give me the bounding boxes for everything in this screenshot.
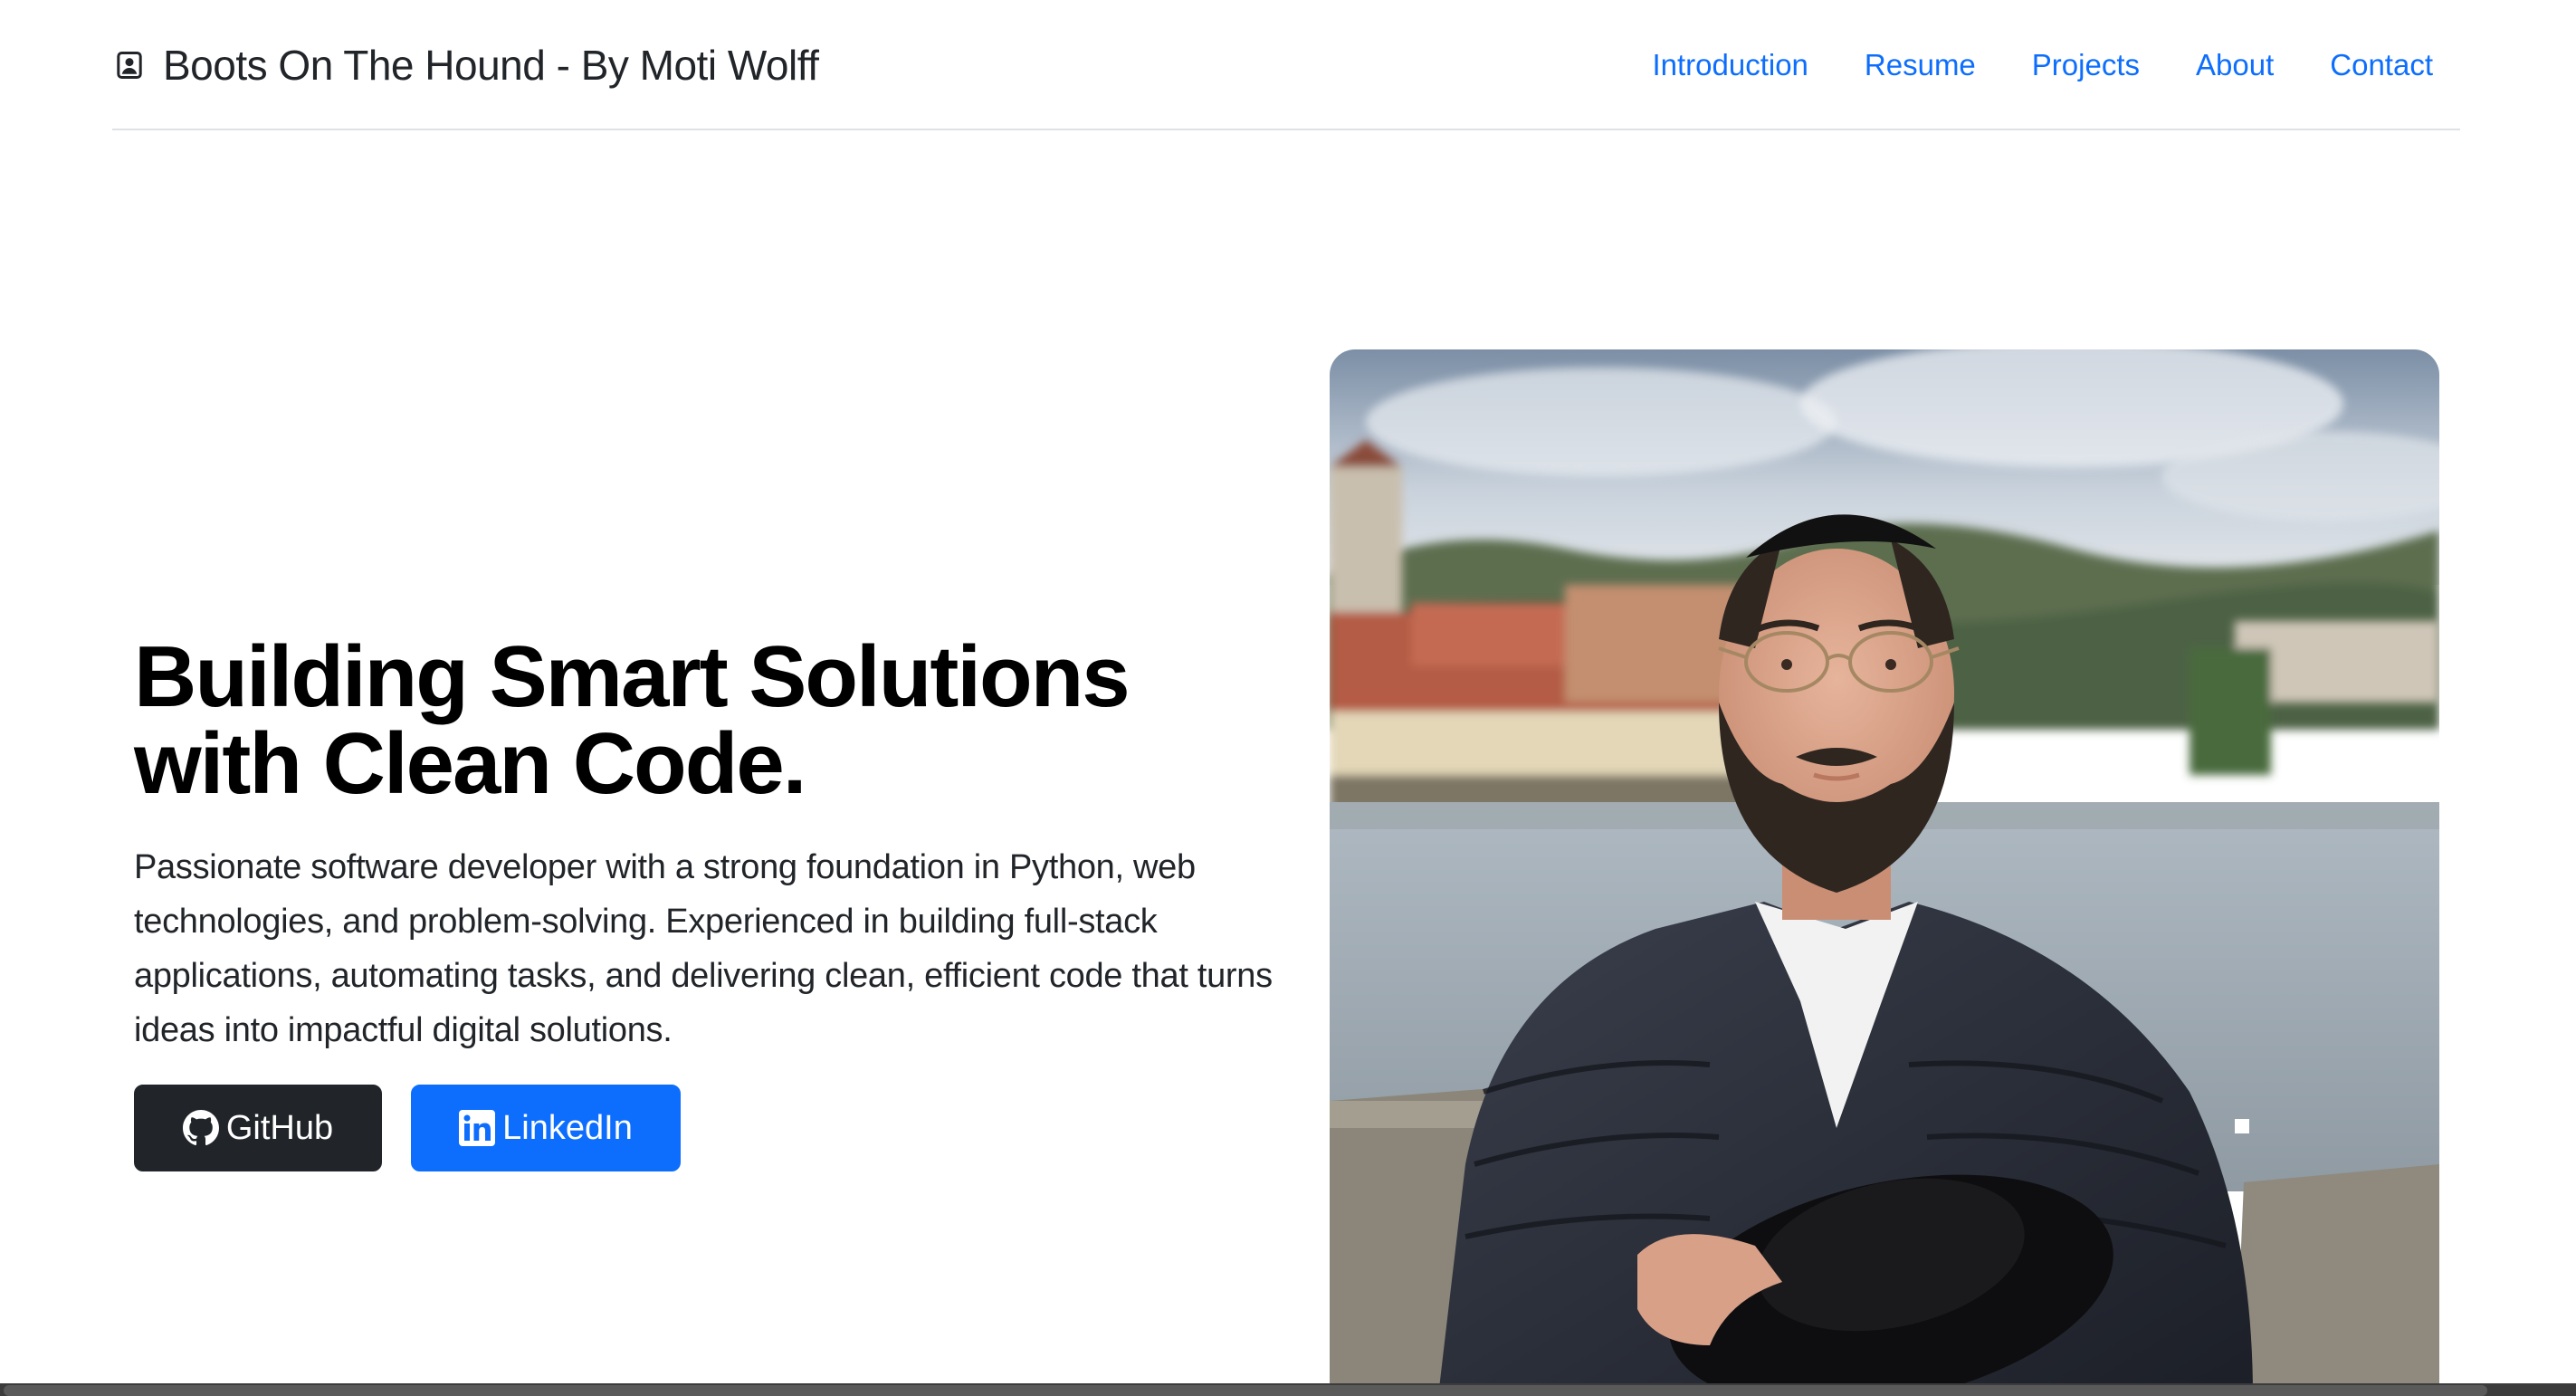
person-badge-icon <box>117 52 142 79</box>
hero-title-line-1: Building Smart Solutions <box>134 628 1131 725</box>
main-nav: Introduction Resume Projects About Conta… <box>1652 38 2433 92</box>
hero-title: Building Smart Solutions with Clean Code… <box>134 634 1274 808</box>
nav-resume[interactable]: Resume <box>1865 48 1976 82</box>
github-icon <box>182 1110 219 1146</box>
hero-description: Passionate software developer with a str… <box>134 848 1273 1049</box>
brand-link[interactable]: Boots On The Hound - By Moti Wolff <box>112 38 819 92</box>
linkedin-button[interactable]: LinkedIn <box>411 1085 681 1171</box>
github-button[interactable]: GitHub <box>134 1085 382 1171</box>
brand-title: Boots On The Hound - By Moti Wolff <box>163 42 819 89</box>
site-header: Boots On The Hound - By Moti Wolff Intro… <box>112 0 2460 130</box>
github-button-label: GitHub <box>225 1108 334 1147</box>
nav-contact[interactable]: Contact <box>2330 48 2433 82</box>
hero-title-line-2: with Clean Code. <box>134 715 806 812</box>
nav-about[interactable]: About <box>2196 48 2274 82</box>
nav-introduction[interactable]: Introduction <box>1652 48 1808 82</box>
linkedin-icon <box>459 1110 496 1146</box>
linkedin-button-label: LinkedIn <box>502 1108 633 1147</box>
nav-projects[interactable]: Projects <box>2032 48 2140 82</box>
horizontal-scrollbar-thumb[interactable] <box>4 1385 2487 1396</box>
profile-photo <box>1330 349 2439 1396</box>
